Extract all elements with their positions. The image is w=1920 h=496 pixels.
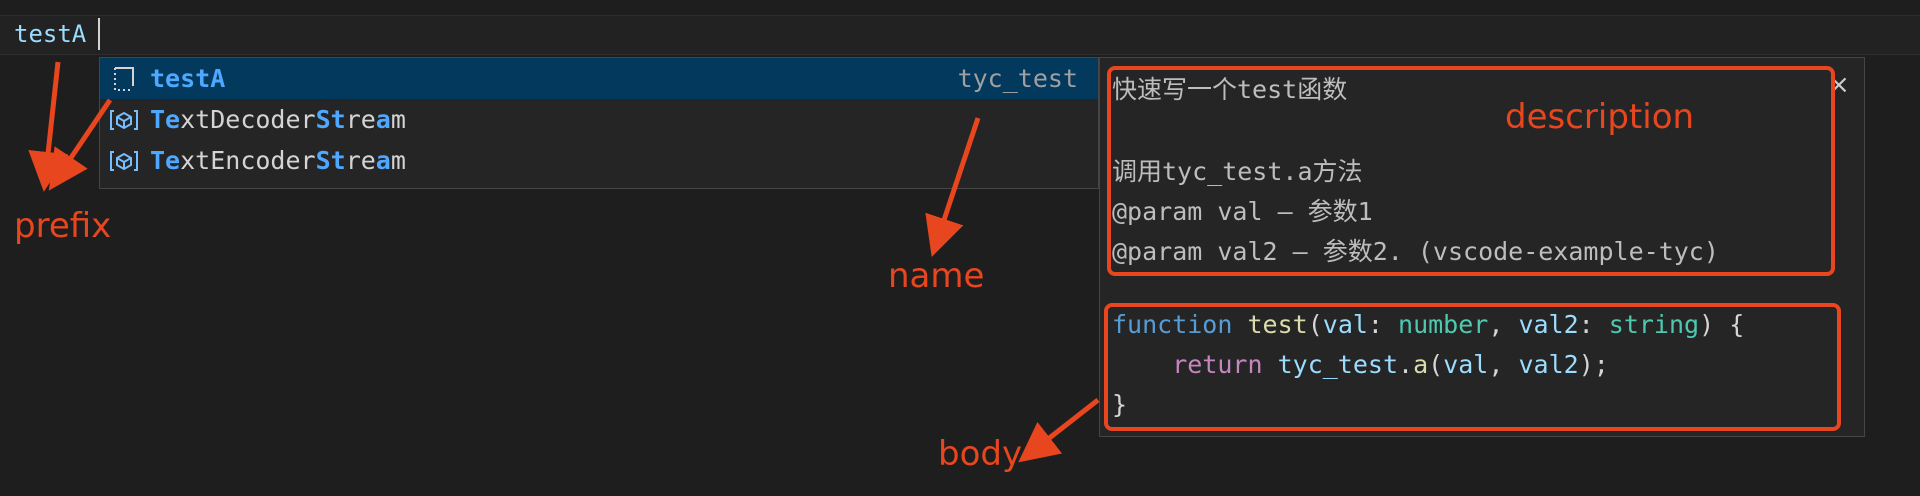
prefix-arrow: [48, 98, 113, 191]
body-arrow: [1018, 398, 1100, 463]
name-arrow: [925, 117, 981, 257]
annotation-name: name: [888, 256, 985, 296]
prefix-arrow: [28, 61, 69, 192]
annotation-prefix: prefix: [14, 206, 112, 246]
annotation-body: body: [938, 434, 1023, 474]
annotation-description: description: [1505, 97, 1695, 137]
annotation-arrows: [28, 61, 1100, 463]
